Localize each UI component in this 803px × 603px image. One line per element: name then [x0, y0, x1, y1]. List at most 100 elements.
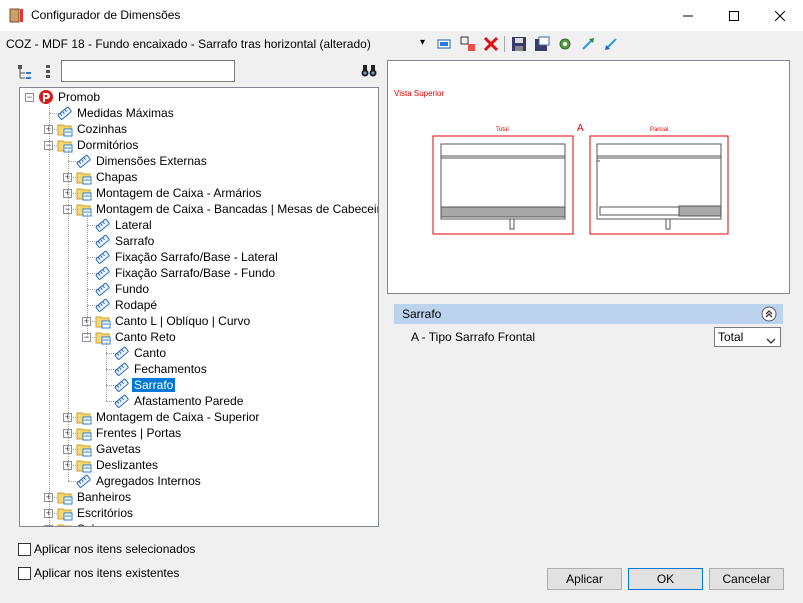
tree-item[interactable]: − Montagem de Caixa - Bancadas | Mesas de… [20, 201, 378, 217]
tag-icon [114, 361, 130, 377]
tree-item-label: Dormitórios [77, 138, 139, 152]
tree-item-selected[interactable]: Sarrafo [20, 377, 378, 393]
tree-collapse-icon[interactable] [40, 64, 56, 80]
folder-icon [57, 505, 73, 521]
ok-button[interactable]: OK [628, 568, 703, 590]
section-header[interactable]: Sarrafo [394, 304, 783, 324]
search-input[interactable] [61, 60, 235, 82]
tipo-sarrafo-select[interactable]: Total [714, 327, 781, 347]
tree-item[interactable]: Dimensões Externas [20, 153, 378, 169]
tree-item-label: Salas [75, 522, 109, 526]
tree-item[interactable]: Rodapé [20, 297, 378, 313]
tree-item-label: Fundo [115, 282, 150, 296]
binoculars-icon[interactable] [361, 63, 377, 79]
tag-icon [95, 249, 111, 265]
configuration-name: COZ - MDF 18 - Fundo encaixado - Sarrafo… [6, 37, 371, 51]
tree-item[interactable]: + Gavetas [20, 441, 378, 457]
preview-panel: Vista Superior A Total Parcial [387, 60, 790, 294]
tree-item[interactable]: Agregados Internos [20, 473, 378, 489]
tree-item[interactable]: Fixação Sarrafo/Base - Lateral [20, 249, 378, 265]
tree-item-label: Deslizantes [96, 458, 159, 472]
import-icon[interactable] [601, 34, 621, 54]
tree-item[interactable]: − Promob [20, 89, 378, 105]
chevron-down-icon[interactable] [766, 334, 776, 348]
tree-item[interactable]: + Montagem de Caixa - Armários [20, 185, 378, 201]
tree-item[interactable]: Fundo [20, 281, 378, 297]
property-label: A - Tipo Sarrafo Frontal [411, 330, 536, 344]
close-icon[interactable] [757, 0, 803, 31]
tree-guide-line [68, 150, 69, 481]
tree-item[interactable]: + Frentes | Portas [20, 425, 378, 441]
folder-icon [57, 489, 73, 505]
folder-icon [57, 121, 73, 137]
tree-item-label: Montagem de Caixa - Armários [96, 186, 262, 200]
tree-item[interactable]: − Dormitórios [20, 137, 378, 153]
collapse-icon[interactable]: − [25, 93, 34, 102]
toolbar-separator [504, 36, 505, 52]
tag-icon [76, 473, 92, 489]
tree-item[interactable]: Medidas Máximas [20, 105, 378, 121]
tree-item[interactable]: + Chapas [20, 169, 378, 185]
tree-item-label: Dimensões Externas [96, 154, 207, 168]
export-icon[interactable] [578, 34, 598, 54]
tag-icon [95, 233, 111, 249]
tree-item-label: Lateral [115, 218, 152, 232]
collapse-icon[interactable] [761, 306, 777, 322]
tree-item[interactable]: + Banheiros [20, 489, 378, 505]
save-as-icon[interactable] [532, 34, 552, 54]
window-title: Configurador de Dimensões [31, 8, 181, 22]
dimensions-tree[interactable]: − Promob Medidas Máximas + Cozinhas − Dormitór… [19, 87, 379, 527]
tree-item-label: Frentes | Portas [96, 426, 182, 440]
tree-item[interactable]: + Montagem de Caixa - Superior [20, 409, 378, 425]
move-icon[interactable] [458, 34, 478, 54]
tree-item[interactable]: + Cozinhas [20, 121, 378, 137]
tree-item[interactable]: Afastamento Parede [20, 393, 378, 409]
app-icon [9, 8, 24, 23]
apply-selected-checkbox[interactable] [18, 543, 31, 556]
tree-item[interactable]: Fixação Sarrafo/Base - Fundo [20, 265, 378, 281]
apply-existing-checkbox[interactable] [18, 567, 31, 580]
tree-item-label: Sarrafo [132, 378, 176, 392]
tag-icon [114, 345, 130, 361]
tree-item[interactable]: + Canto L | Oblíquo | Curvo [20, 313, 378, 329]
tree-item-label: Montagem de Caixa - Superior [96, 410, 260, 424]
tag-icon [114, 393, 130, 409]
tree-item-label: Canto L | Oblíquo | Curvo [115, 314, 251, 328]
tree-item-label: Rodapé [115, 298, 158, 312]
tree-item-label: Canto Reto [115, 330, 176, 344]
delete-icon[interactable] [481, 34, 501, 54]
chevron-down-icon[interactable]: ▾ [420, 37, 425, 48]
minimize-icon[interactable] [665, 0, 711, 31]
folder-icon [57, 521, 73, 526]
apply-existing-label: Aplicar nos itens existentes [34, 566, 180, 580]
tree-item[interactable]: + Deslizantes [20, 457, 378, 473]
tree-item[interactable]: Sarrafo [20, 233, 378, 249]
save-icon[interactable] [509, 34, 529, 54]
apply-button[interactable]: Aplicar [547, 568, 622, 590]
tree-item[interactable]: Canto [20, 345, 378, 361]
tree-item-label: Fechamentos [134, 362, 207, 376]
tree-guide-line [49, 102, 50, 526]
tree-item-label: Afastamento Parede [134, 394, 244, 408]
folder-icon [95, 313, 111, 329]
tree-item-label: Agregados Internos [96, 474, 201, 488]
tree-item-label: Fixação Sarrafo/Base - Lateral [115, 250, 278, 264]
tree-item[interactable]: + Escritórios [20, 505, 378, 521]
tree-item[interactable]: +Salas [20, 521, 378, 526]
tree-item-label: Escritórios [77, 506, 134, 520]
config-icon[interactable] [434, 34, 454, 54]
tree-item[interactable]: Fechamentos [20, 361, 378, 377]
tree-item-label: Canto [134, 346, 167, 360]
tree-expand-icon[interactable] [17, 64, 33, 80]
section-title: Sarrafo [402, 307, 442, 321]
select-value: Total [718, 330, 744, 344]
tree-item[interactable]: − Canto Reto [20, 329, 378, 345]
cancel-button[interactable]: Cancelar [709, 568, 784, 590]
title-bar: Configurador de Dimensões [0, 0, 803, 31]
tag-icon [95, 217, 111, 233]
tree-item-label: Promob [58, 90, 101, 104]
tree-item[interactable]: Lateral [20, 217, 378, 233]
maximize-icon[interactable] [711, 0, 757, 31]
tree-item-label: Medidas Máximas [77, 106, 174, 120]
settings-icon[interactable] [555, 34, 575, 54]
